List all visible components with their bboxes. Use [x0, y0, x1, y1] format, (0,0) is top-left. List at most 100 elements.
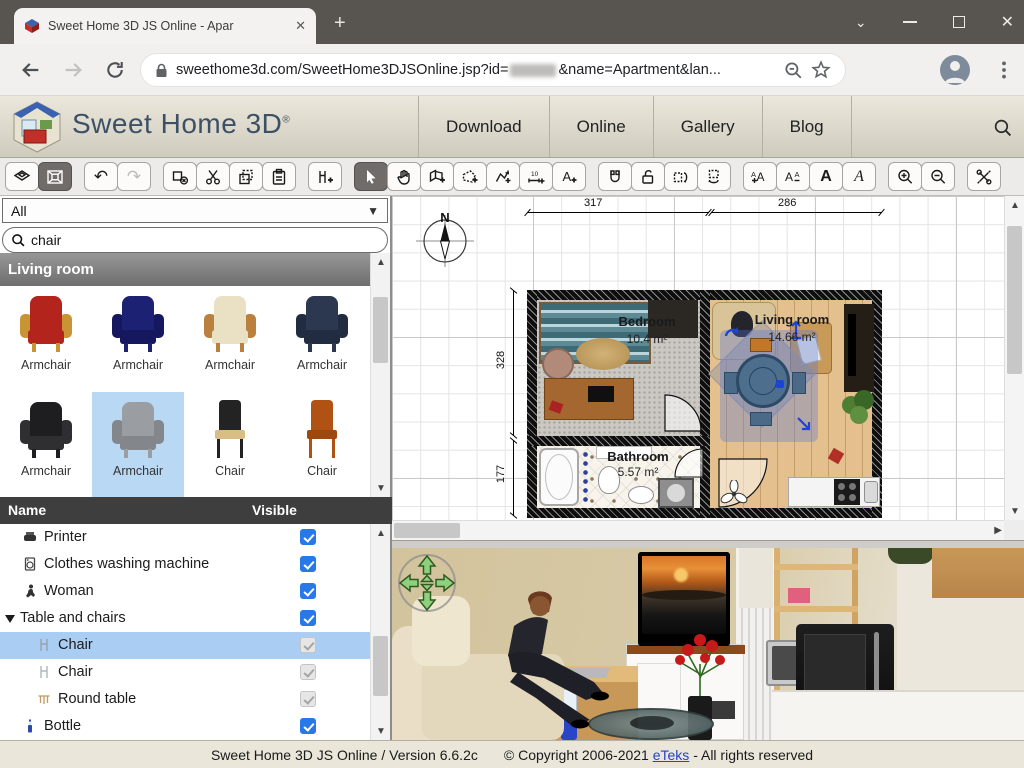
3d-navigation-pad[interactable]	[396, 552, 458, 614]
dimension-line[interactable]	[513, 440, 514, 516]
plan-fan[interactable]	[720, 480, 748, 508]
visible-checkbox[interactable]	[300, 637, 316, 653]
back-icon[interactable]	[20, 59, 42, 81]
plan-chair-right[interactable]	[792, 372, 806, 394]
3d-view[interactable]	[392, 548, 1024, 740]
new-tab-button[interactable]: +	[334, 14, 346, 32]
plan-hscroll-thumb[interactable]	[394, 523, 460, 538]
visible-checkbox[interactable]	[300, 610, 316, 626]
catalog-section-header[interactable]: Living room	[0, 253, 370, 286]
nav-item-blog[interactable]: Blog	[763, 96, 852, 157]
plan-vscroll-thumb[interactable]	[1007, 226, 1022, 374]
flip-vertical-button[interactable]	[697, 162, 731, 191]
plan-stove[interactable]	[834, 479, 860, 505]
list-item-washing-machine[interactable]: Clothes washing machine	[0, 551, 370, 578]
dimension-label[interactable]: 286	[778, 197, 796, 209]
scroll-down-icon[interactable]: ▼	[1005, 502, 1024, 520]
rotate-indicator-icon[interactable]	[722, 324, 742, 344]
url-bar[interactable]: sweethome3d.com/SweetHome3DJSOnline.jsp?…	[140, 53, 846, 87]
tab-search-chevron-icon[interactable]: ⌄	[855, 14, 867, 31]
catalog-scrollbar[interactable]: ▲ ▼	[370, 253, 390, 497]
redo-button[interactable]: ↷	[117, 162, 151, 191]
zoom-in-button[interactable]	[888, 162, 922, 191]
site-search-icon[interactable]	[993, 118, 1012, 137]
browser-menu-icon[interactable]	[994, 60, 1014, 80]
visible-checkbox[interactable]	[300, 691, 316, 707]
zoom-page-icon[interactable]	[783, 60, 803, 80]
catalog-item-chair[interactable]: Chair	[184, 392, 276, 497]
door-arc[interactable]	[664, 394, 702, 432]
scroll-right-icon[interactable]: ▶	[994, 525, 1002, 536]
dimension-line[interactable]	[527, 212, 709, 213]
plan-laptop[interactable]	[588, 386, 614, 402]
column-name[interactable]: Name	[8, 502, 46, 518]
plan-chair-bottom[interactable]	[750, 412, 772, 426]
scroll-up-icon[interactable]: ▲	[371, 524, 391, 542]
catalog-item-armchair[interactable]: Armchair	[184, 286, 276, 391]
create-polylines-button[interactable]	[486, 162, 520, 191]
delete-button[interactable]	[163, 162, 197, 191]
scroll-up-icon[interactable]: ▲	[1005, 196, 1024, 214]
room-label-bathroom[interactable]: Bathroom	[593, 449, 683, 464]
bold-button[interactable]: A	[809, 162, 843, 191]
catalog-item-armchair-selected[interactable]: Armchair	[92, 392, 184, 497]
category-filter-select[interactable]: All ▼	[2, 198, 388, 223]
window-close-button[interactable]: ✕	[1001, 12, 1014, 32]
scroll-down-icon[interactable]: ▼	[371, 479, 391, 497]
select-tool-button[interactable]	[354, 162, 388, 191]
magnetism-button[interactable]	[598, 162, 632, 191]
brand-title[interactable]: Sweet Home 3D®	[72, 108, 290, 140]
scroll-down-icon[interactable]: ▼	[371, 722, 391, 740]
forward-icon[interactable]	[62, 59, 84, 81]
plan-tv-bench[interactable]	[844, 304, 874, 392]
browser-tab[interactable]: Sweet Home 3D JS Online - Apar ✕	[14, 8, 316, 44]
flip-horizontal-button[interactable]	[664, 162, 698, 191]
bookmark-star-icon[interactable]	[811, 60, 831, 80]
list-item-woman[interactable]: Woman	[0, 578, 370, 605]
catalog-item-armchair[interactable]: Armchair	[0, 286, 92, 391]
plan-plant[interactable]	[842, 390, 874, 424]
resize-indicator-icon[interactable]	[796, 416, 812, 432]
list-item-bottle[interactable]: Bottle	[0, 713, 370, 740]
plan-horizontal-scrollbar[interactable]: ▶	[392, 520, 1004, 540]
catalog-item-armchair[interactable]: Armchair	[276, 286, 368, 391]
column-visible[interactable]: Visible	[252, 502, 297, 518]
wall[interactable]	[527, 290, 537, 518]
list-item-chair[interactable]: Chair	[0, 659, 370, 686]
selection-handle[interactable]	[776, 380, 784, 388]
list-scroll-thumb[interactable]	[373, 636, 388, 696]
list-item-chair-selected[interactable]: Chair	[0, 632, 370, 659]
scroll-up-icon[interactable]: ▲	[371, 253, 391, 271]
catalog-item-armchair[interactable]: Armchair	[92, 286, 184, 391]
plan-shower[interactable]	[658, 478, 694, 508]
plan-bathtub[interactable]	[539, 448, 579, 506]
dimension-label[interactable]: 177	[495, 465, 507, 483]
virtual-visit-button[interactable]	[38, 162, 72, 191]
preferences-button[interactable]	[967, 162, 1001, 191]
eteks-link[interactable]: eTeks	[653, 747, 690, 763]
room-label-living-room[interactable]: Living room	[744, 312, 840, 327]
floor-plan-view[interactable]: N 317 286 328 177	[392, 196, 1024, 540]
list-group-table-and-chairs[interactable]: Table and chairs	[0, 605, 370, 632]
dimension-line[interactable]	[513, 290, 514, 436]
room-label-bedroom[interactable]: Bedroom	[602, 314, 692, 329]
reload-icon[interactable]	[104, 59, 126, 81]
room-area-bathroom[interactable]: 5.57 m²	[593, 465, 683, 479]
wall[interactable]	[527, 436, 710, 446]
plan-bedroom-chair[interactable]	[542, 348, 574, 380]
increase-text-size-button[interactable]: AA	[743, 162, 777, 191]
visible-checkbox[interactable]	[300, 556, 316, 572]
visible-checkbox[interactable]	[300, 718, 316, 734]
create-walls-button[interactable]	[420, 162, 454, 191]
visible-checkbox[interactable]	[300, 583, 316, 599]
nav-item-online[interactable]: Online	[550, 96, 654, 157]
catalog-scroll-thumb[interactable]	[373, 297, 388, 363]
plan-vertical-scrollbar[interactable]: ▲ ▼	[1004, 196, 1024, 520]
list-scrollbar[interactable]: ▲ ▼	[370, 524, 390, 740]
sweethome3d-logo[interactable]	[10, 100, 64, 154]
catalog-item-armchair[interactable]: Armchair	[0, 392, 92, 497]
create-rooms-button[interactable]	[453, 162, 487, 191]
window-maximize-button[interactable]	[953, 16, 965, 28]
paste-button[interactable]	[262, 162, 296, 191]
add-text-button[interactable]: A	[552, 162, 586, 191]
